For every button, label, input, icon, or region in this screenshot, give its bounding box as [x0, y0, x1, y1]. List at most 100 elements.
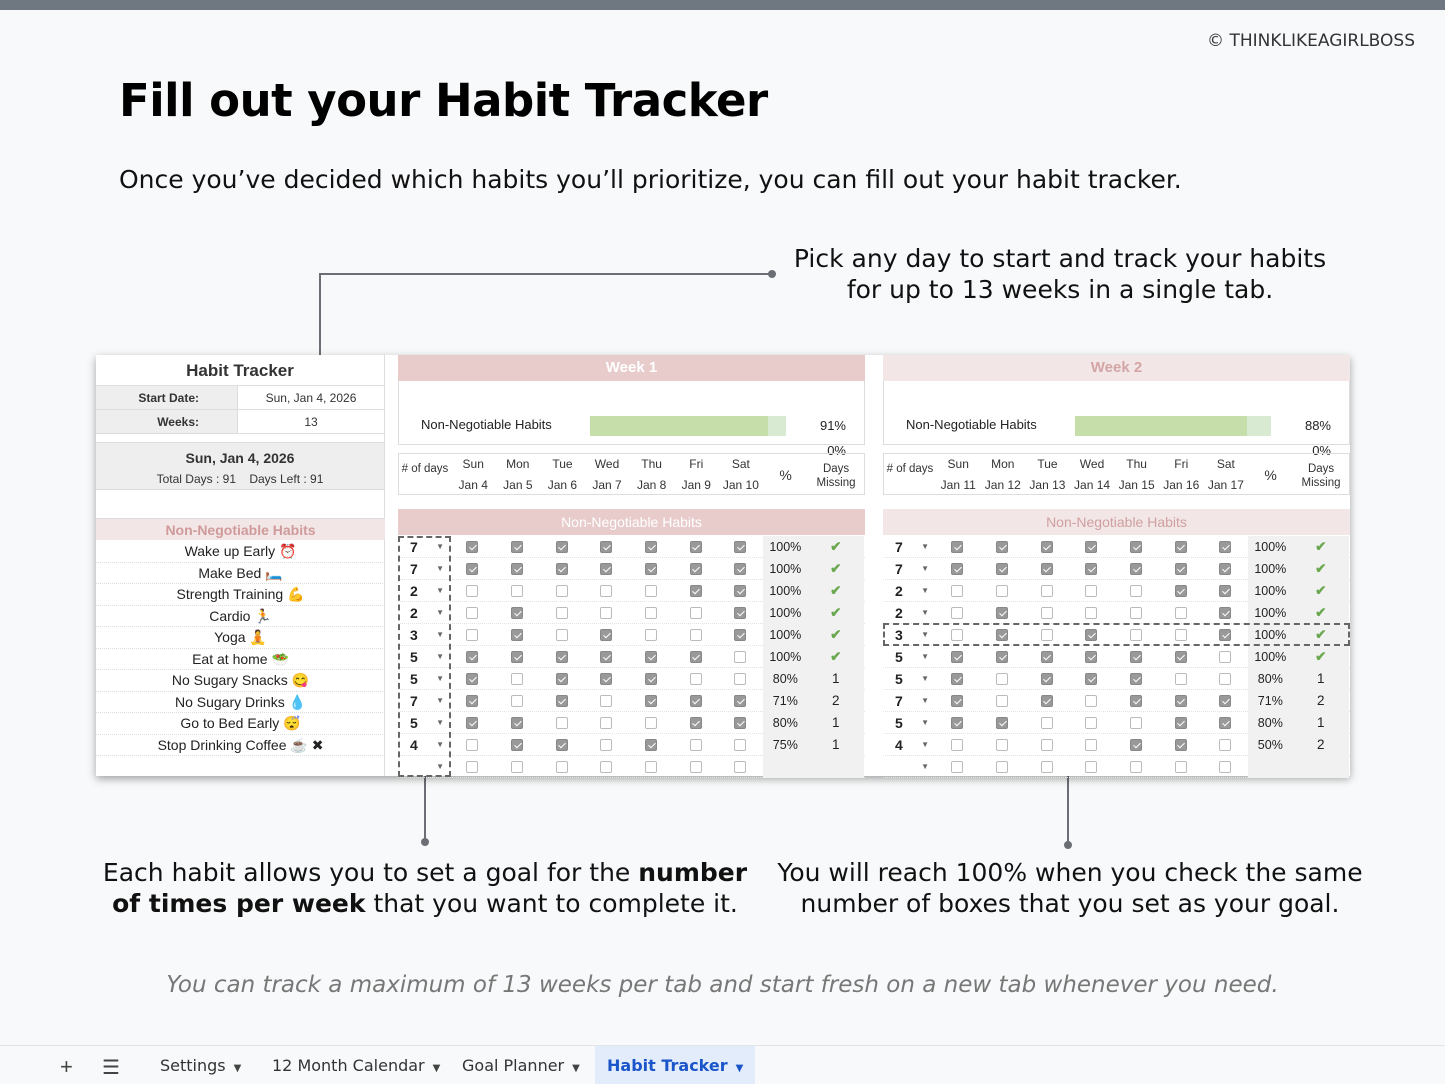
checkbox[interactable] — [555, 672, 568, 685]
checkbox[interactable] — [555, 562, 568, 575]
checkbox[interactable] — [1085, 562, 1098, 575]
weeks-value[interactable]: 13 — [237, 410, 384, 433]
checkbox[interactable] — [645, 562, 658, 575]
checkbox[interactable] — [645, 694, 658, 707]
checkbox[interactable] — [1219, 650, 1232, 663]
checkbox[interactable] — [1130, 606, 1143, 619]
checkbox[interactable] — [600, 540, 613, 553]
checkbox[interactable] — [951, 540, 964, 553]
checkbox[interactable] — [511, 628, 524, 641]
checkbox[interactable] — [996, 760, 1009, 773]
goal-dropdown[interactable]: 2 ▼ — [883, 605, 935, 621]
checkbox[interactable] — [555, 738, 568, 751]
checkbox[interactable] — [734, 694, 747, 707]
checkbox[interactable] — [734, 562, 747, 575]
checkbox[interactable] — [466, 628, 479, 641]
checkbox[interactable] — [1219, 562, 1232, 575]
checkbox[interactable] — [600, 716, 613, 729]
checkbox[interactable] — [951, 760, 964, 773]
checkbox[interactable] — [734, 650, 747, 663]
checkbox[interactable] — [600, 562, 613, 575]
goal-dropdown[interactable]: ▼ — [883, 762, 935, 771]
checkbox[interactable] — [1174, 584, 1187, 597]
checkbox[interactable] — [1040, 562, 1053, 575]
checkbox[interactable] — [511, 738, 524, 751]
checkbox[interactable] — [689, 606, 702, 619]
checkbox[interactable] — [555, 606, 568, 619]
habit-item[interactable]: Stop Drinking Coffee ☕ ✖ — [96, 735, 385, 756]
checkbox[interactable] — [511, 650, 524, 663]
checkbox[interactable] — [511, 562, 524, 575]
checkbox[interactable] — [1085, 672, 1098, 685]
checkbox[interactable] — [1085, 738, 1098, 751]
checkbox[interactable] — [951, 562, 964, 575]
checkbox[interactable] — [1174, 738, 1187, 751]
checkbox[interactable] — [996, 584, 1009, 597]
checkbox[interactable] — [996, 694, 1009, 707]
tab-12-month-calendar[interactable]: 12 Month Calendar ▼ — [260, 1046, 452, 1084]
checkbox[interactable] — [511, 584, 524, 597]
checkbox[interactable] — [996, 540, 1009, 553]
checkbox[interactable] — [734, 584, 747, 597]
checkbox[interactable] — [466, 540, 479, 553]
checkbox[interactable] — [1040, 672, 1053, 685]
checkbox[interactable] — [1174, 694, 1187, 707]
checkbox[interactable] — [734, 606, 747, 619]
checkbox[interactable] — [1174, 606, 1187, 619]
checkbox[interactable] — [1040, 760, 1053, 773]
checkbox[interactable] — [951, 738, 964, 751]
checkbox[interactable] — [996, 606, 1009, 619]
checkbox[interactable] — [1085, 716, 1098, 729]
checkbox[interactable] — [645, 584, 658, 597]
checkbox[interactable] — [511, 694, 524, 707]
checkbox[interactable] — [1219, 694, 1232, 707]
tab-goal-planner[interactable]: Goal Planner ▼ — [450, 1046, 592, 1084]
checkbox[interactable] — [555, 760, 568, 773]
goal-dropdown[interactable]: 5 ▼ — [883, 671, 935, 687]
checkbox[interactable] — [1040, 738, 1053, 751]
checkbox[interactable] — [1040, 650, 1053, 663]
habit-item[interactable]: Wake up Early ⏰ — [96, 541, 385, 563]
checkbox[interactable] — [1040, 606, 1053, 619]
checkbox[interactable] — [689, 628, 702, 641]
checkbox[interactable] — [951, 716, 964, 729]
checkbox[interactable] — [1040, 716, 1053, 729]
checkbox[interactable] — [1040, 540, 1053, 553]
checkbox[interactable] — [1130, 738, 1143, 751]
checkbox[interactable] — [600, 606, 613, 619]
checkbox[interactable] — [645, 628, 658, 641]
checkbox[interactable] — [600, 628, 613, 641]
tab-habit-tracker[interactable]: Habit Tracker ▼ — [595, 1046, 756, 1084]
checkbox[interactable] — [511, 760, 524, 773]
checkbox[interactable] — [600, 650, 613, 663]
checkbox[interactable] — [1085, 694, 1098, 707]
checkbox[interactable] — [1085, 650, 1098, 663]
checkbox[interactable] — [734, 760, 747, 773]
checkbox[interactable] — [689, 650, 702, 663]
checkbox[interactable] — [1219, 716, 1232, 729]
checkbox[interactable] — [645, 650, 658, 663]
goal-dropdown[interactable]: 2 ▼ — [883, 583, 935, 599]
habit-item[interactable]: Go to Bed Early 😴 — [96, 713, 385, 735]
checkbox[interactable] — [600, 760, 613, 773]
checkbox[interactable] — [1219, 540, 1232, 553]
checkbox[interactable] — [689, 716, 702, 729]
checkbox[interactable] — [1174, 716, 1187, 729]
checkbox[interactable] — [600, 672, 613, 685]
checkbox[interactable] — [600, 694, 613, 707]
checkbox[interactable] — [1130, 694, 1143, 707]
habit-item[interactable]: Cardio 🏃 — [96, 606, 385, 627]
checkbox[interactable] — [1219, 672, 1232, 685]
checkbox[interactable] — [511, 540, 524, 553]
checkbox[interactable] — [600, 584, 613, 597]
checkbox[interactable] — [689, 540, 702, 553]
checkbox[interactable] — [1085, 584, 1098, 597]
checkbox[interactable] — [555, 650, 568, 663]
checkbox[interactable] — [689, 760, 702, 773]
checkbox[interactable] — [466, 672, 479, 685]
tab-settings[interactable]: Settings ▼ — [148, 1046, 253, 1084]
checkbox[interactable] — [1130, 650, 1143, 663]
checkbox[interactable] — [555, 584, 568, 597]
goal-dropdown[interactable]: 5 ▼ — [883, 649, 935, 665]
checkbox[interactable] — [734, 716, 747, 729]
